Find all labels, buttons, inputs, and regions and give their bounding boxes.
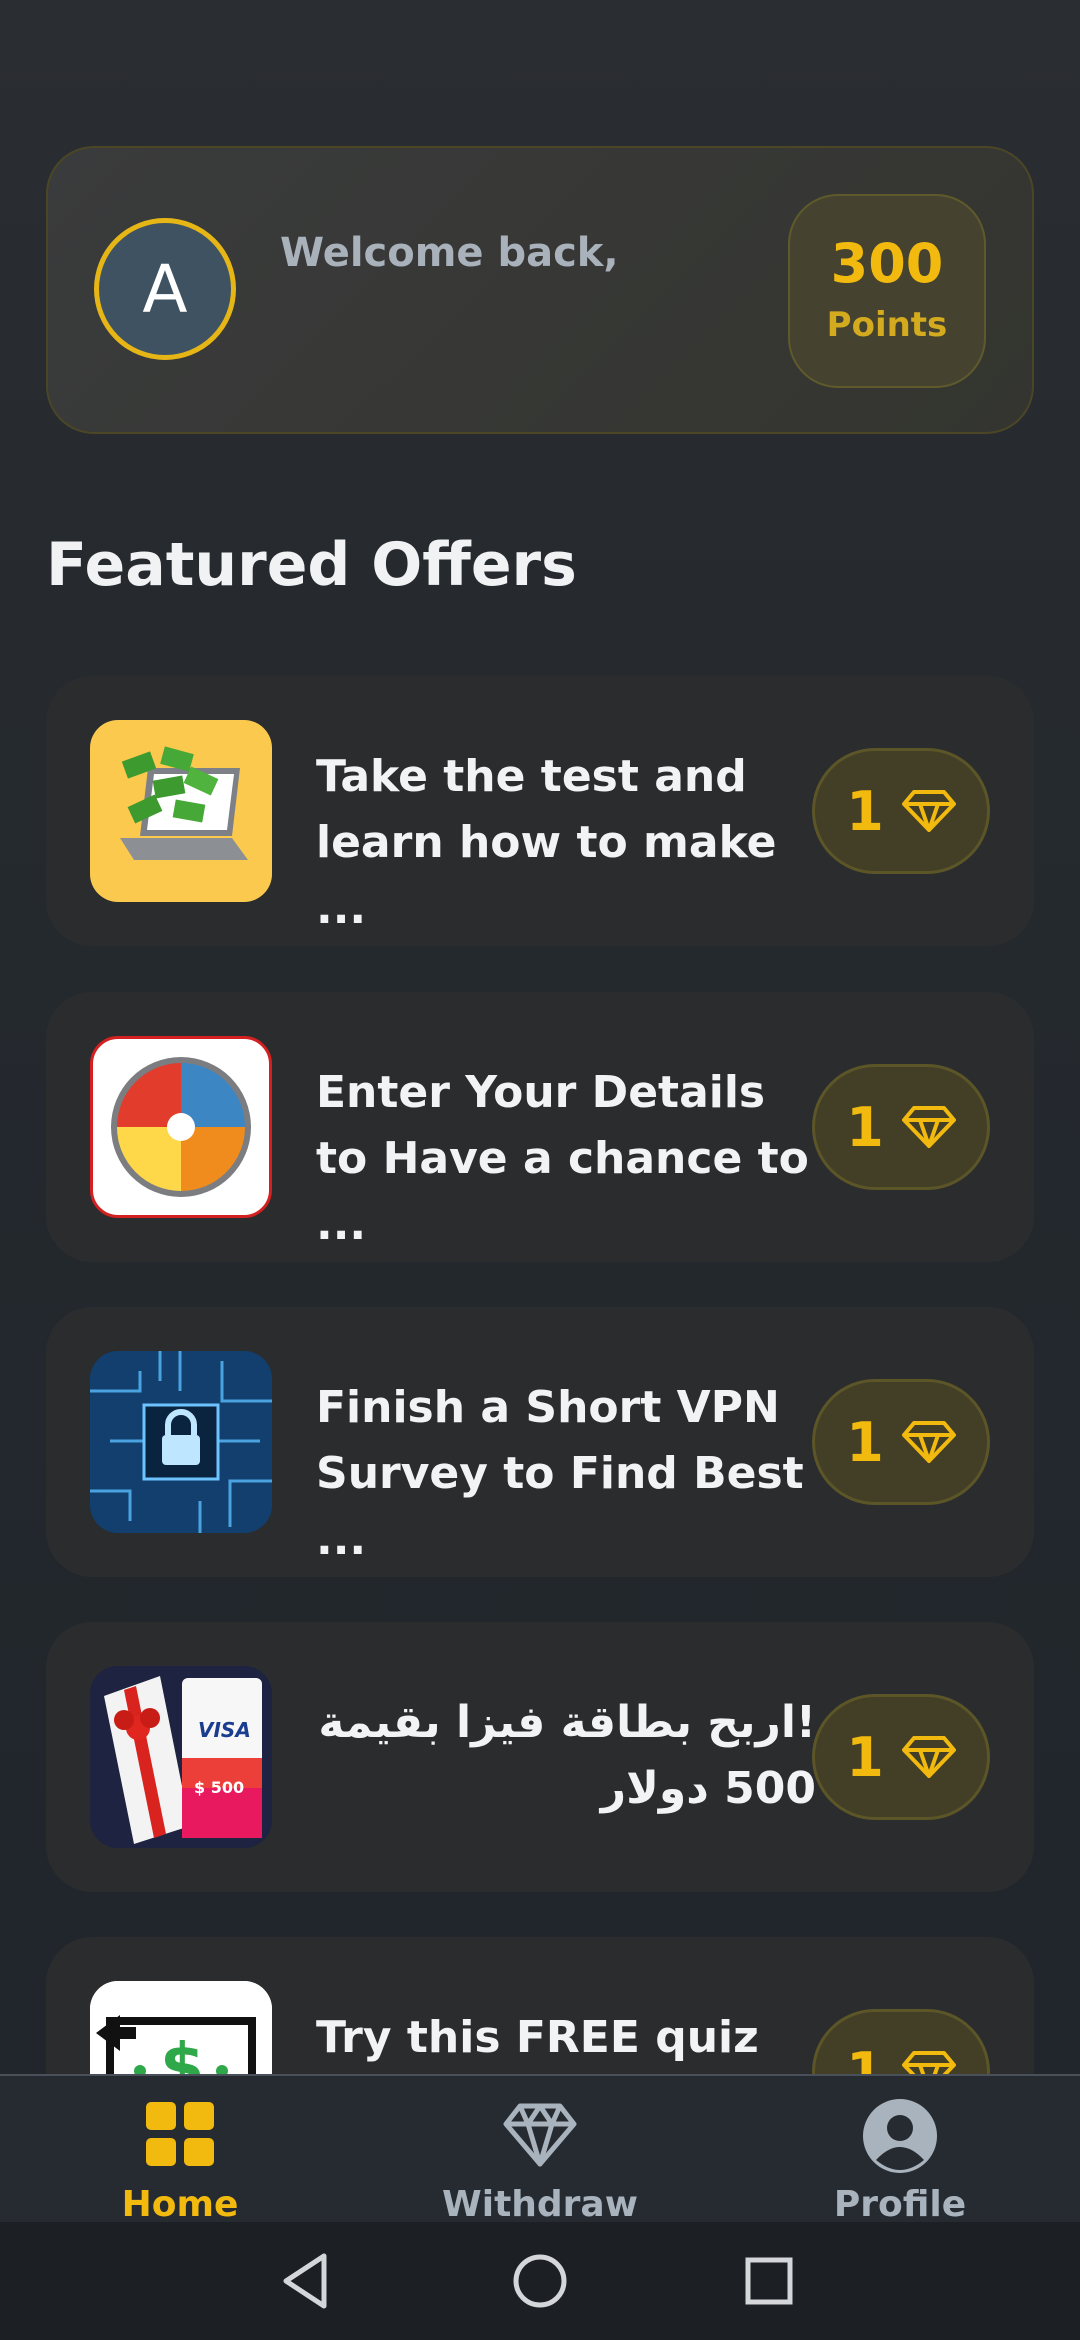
diamond-icon: [901, 790, 956, 832]
offer-title: !اربح بطاقة فيزا بقيمة 500 دولار: [318, 1697, 816, 1814]
visa-amount: $ 500: [194, 1778, 245, 1797]
nav-withdraw-label: Withdraw: [442, 2184, 638, 2225]
bottom-nav: Home Withdraw Profile: [0, 2074, 1080, 2225]
nav-home-label: Home: [121, 2184, 239, 2225]
nav-home[interactable]: Home: [0, 2076, 360, 2225]
avatar-letter: A: [142, 250, 188, 328]
offer-card[interactable]: VISA $ 500 !اربح بطاقة فيزا بقيمة 500 دو…: [46, 1622, 1034, 1892]
offer-title: Try this FREE quiz: [316, 2012, 759, 2063]
offer-title: Take the test and learn how to make ...: [316, 751, 777, 934]
welcome-card: A Welcome back, 300 Points: [46, 146, 1034, 434]
points-value: 300: [830, 232, 944, 295]
welcome-text: Welcome back,: [280, 230, 619, 276]
points-badge: 300 Points: [788, 194, 986, 388]
laptop-money-thumb: [90, 720, 272, 902]
back-triangle-icon[interactable]: [272, 2246, 342, 2316]
reward-badge: 1: [812, 1064, 990, 1190]
offer-card[interactable]: Enter Your Details to Have a chance to .…: [46, 992, 1034, 1262]
avatar[interactable]: A: [94, 218, 236, 360]
app-screen: A Welcome back, 300 Points Featured Offe…: [0, 0, 1080, 2340]
offer-title: Enter Your Details to Have a chance to .…: [316, 1067, 809, 1250]
reward-value: 1: [846, 1095, 884, 1159]
reward-badge: 1: [812, 1379, 990, 1505]
home-circle-icon[interactable]: [505, 2246, 575, 2316]
profile-icon: [863, 2099, 937, 2173]
reward-value: 1: [846, 1725, 884, 1789]
recents-square-icon[interactable]: [734, 2246, 804, 2316]
offer-card[interactable]: Take the test and learn how to make ... …: [46, 676, 1034, 946]
nav-profile[interactable]: Profile: [720, 2076, 1080, 2225]
diamond-icon: [901, 1421, 956, 1463]
section-title: Featured Offers: [46, 530, 577, 600]
nav-withdraw[interactable]: Withdraw: [360, 2076, 720, 2225]
home-grid-icon: [146, 2102, 214, 2166]
nav-profile-label: Profile: [833, 2184, 967, 2225]
diamond-icon: [503, 2103, 577, 2167]
reward-value: 1: [846, 779, 884, 843]
diamond-icon: [901, 1106, 956, 1148]
offer-title: Finish a Short VPN Survey to Find Best .…: [316, 1382, 804, 1565]
diamond-icon: [901, 1736, 956, 1778]
offer-card[interactable]: Finish a Short VPN Survey to Find Best .…: [46, 1307, 1034, 1577]
vpn-lock-thumb: [90, 1351, 272, 1533]
reward-badge: 1: [812, 748, 990, 874]
visa-gift-card-thumb: VISA $ 500: [90, 1666, 272, 1848]
prize-wheel-thumb: [90, 1036, 272, 1218]
points-label: Points: [826, 305, 948, 345]
system-nav-bar: [0, 2222, 1080, 2340]
visa-brand: VISA: [198, 1718, 251, 1742]
reward-badge: 1: [812, 1694, 990, 1820]
reward-value: 1: [846, 1410, 884, 1474]
